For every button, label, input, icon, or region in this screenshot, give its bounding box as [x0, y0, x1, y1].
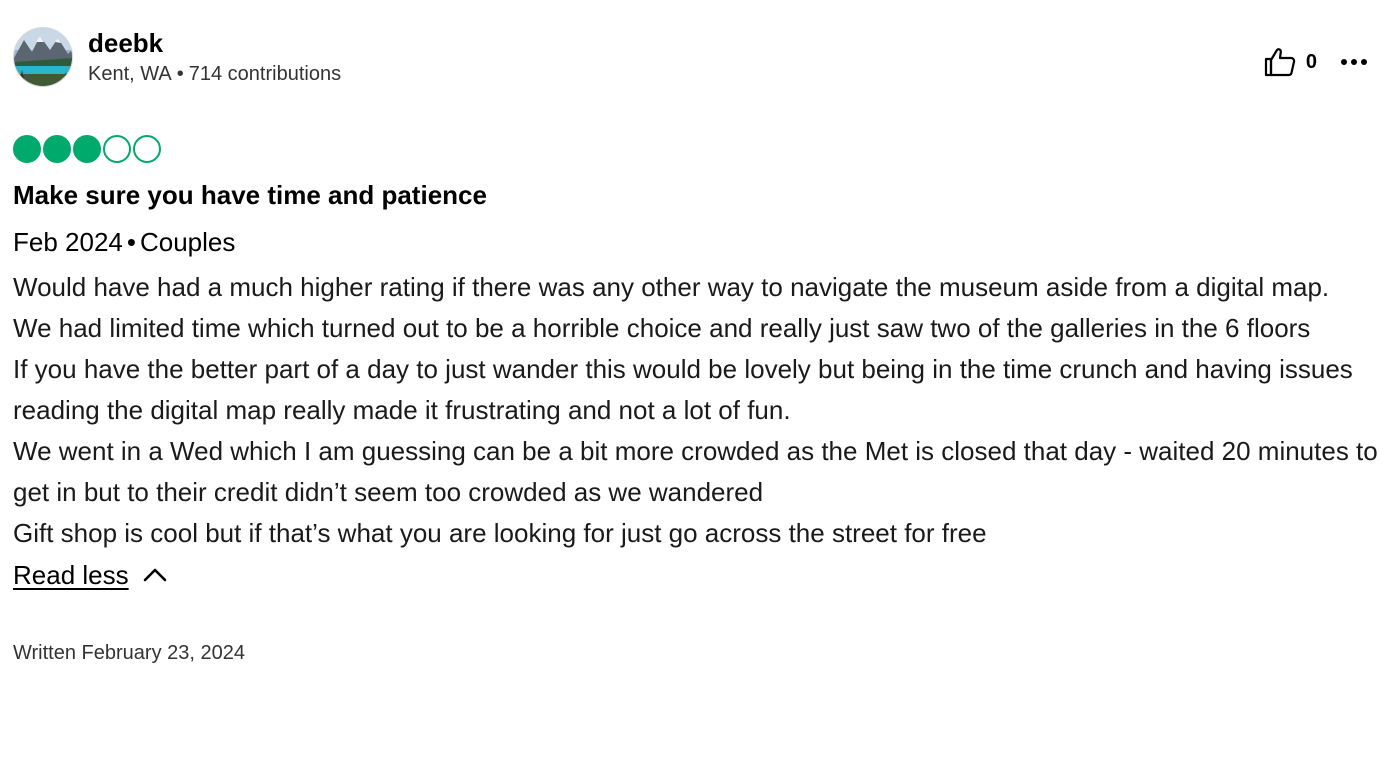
more-options-icon [1341, 59, 1347, 65]
more-options-button[interactable] [1341, 55, 1367, 69]
helpful-vote-button[interactable]: 0 [1264, 47, 1317, 77]
review-body: Would have had a much higher rating if t… [13, 267, 1387, 554]
user-meta: deebk Kent, WA • 714 contributions [88, 27, 341, 87]
review-paragraph: We went in a Wed which I am guessing can… [13, 436, 1378, 507]
avatar[interactable] [13, 27, 73, 87]
review-paragraph: If you have the better part of a day to … [13, 354, 1353, 425]
trip-info: Feb 2024 • Couples [13, 226, 1387, 258]
written-date: Written February 23, 2024 [13, 642, 245, 664]
bubble-rating [13, 135, 1387, 163]
rating-bubble-empty [103, 135, 131, 163]
trip-date: Feb 2024 [13, 227, 123, 257]
avatar-image [14, 28, 72, 86]
review-header: deebk Kent, WA • 714 contributions 0 [13, 27, 1387, 91]
user-details: Kent, WA • 714 contributions [88, 61, 341, 87]
review-paragraph: Gift shop is cool but if that’s what you… [13, 518, 987, 548]
chevron-up-icon [143, 567, 167, 583]
username-link[interactable]: deebk [88, 27, 341, 59]
separator-dot: • [126, 227, 136, 257]
rating-bubble-empty [133, 135, 161, 163]
thumbs-up-icon [1264, 47, 1296, 77]
rating-bubble-filled [43, 135, 71, 163]
rating-bubble-filled [73, 135, 101, 163]
read-less-button[interactable]: Read less [13, 555, 167, 595]
helpful-count: 0 [1305, 50, 1317, 73]
review-title[interactable]: Make sure you have time and patience [13, 179, 1387, 211]
review-actions: 0 [1264, 47, 1367, 77]
review-paragraph: Would have had a much higher rating if t… [13, 272, 1330, 302]
user-contributions: 714 contributions [188, 63, 342, 85]
review-card: deebk Kent, WA • 714 contributions 0 Mak… [13, 27, 1387, 666]
rating-bubble-filled [13, 135, 41, 163]
user-location: Kent, WA [88, 63, 172, 85]
separator-dot: • [176, 63, 184, 85]
read-less-label: Read less [13, 560, 129, 590]
trip-type: Couples [139, 227, 236, 257]
review-paragraph: We had limited time which turned out to … [13, 313, 1311, 343]
